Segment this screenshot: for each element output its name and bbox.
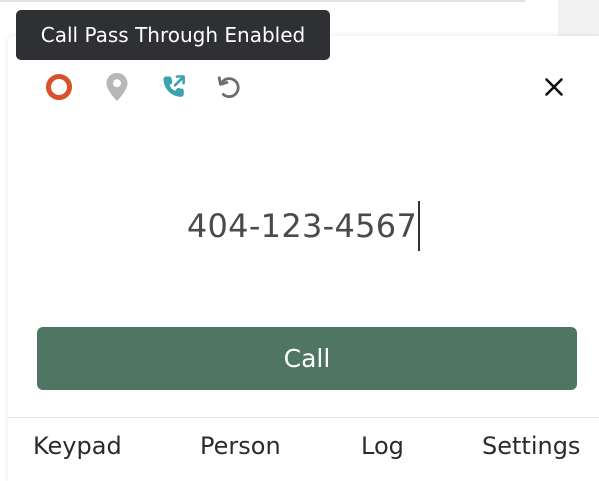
call-button-label: Call bbox=[283, 344, 331, 373]
phone-number-field[interactable]: 404-123-4567 bbox=[8, 201, 599, 251]
tab-person[interactable]: Person bbox=[200, 432, 281, 460]
dialer-panel: 404-123-4567 Call Keypad Person Log Sett… bbox=[8, 36, 599, 481]
call-button[interactable]: Call bbox=[37, 327, 577, 390]
background-divider bbox=[0, 0, 525, 2]
record-icon[interactable] bbox=[42, 70, 76, 104]
location-pin-icon[interactable] bbox=[100, 70, 134, 104]
tab-keypad[interactable]: Keypad bbox=[33, 432, 122, 460]
phone-number-value: 404-123-4567 bbox=[187, 201, 421, 251]
tab-settings[interactable]: Settings bbox=[482, 432, 580, 460]
tooltip-text: Call Pass Through Enabled bbox=[40, 23, 306, 47]
close-button[interactable] bbox=[539, 72, 569, 102]
tab-log[interactable]: Log bbox=[361, 432, 404, 460]
call-pass-through-tooltip: Call Pass Through Enabled bbox=[16, 10, 330, 60]
undo-icon[interactable] bbox=[212, 70, 246, 104]
close-icon bbox=[545, 78, 563, 96]
call-pass-through-icon[interactable] bbox=[156, 70, 190, 104]
nav-divider bbox=[8, 417, 599, 418]
